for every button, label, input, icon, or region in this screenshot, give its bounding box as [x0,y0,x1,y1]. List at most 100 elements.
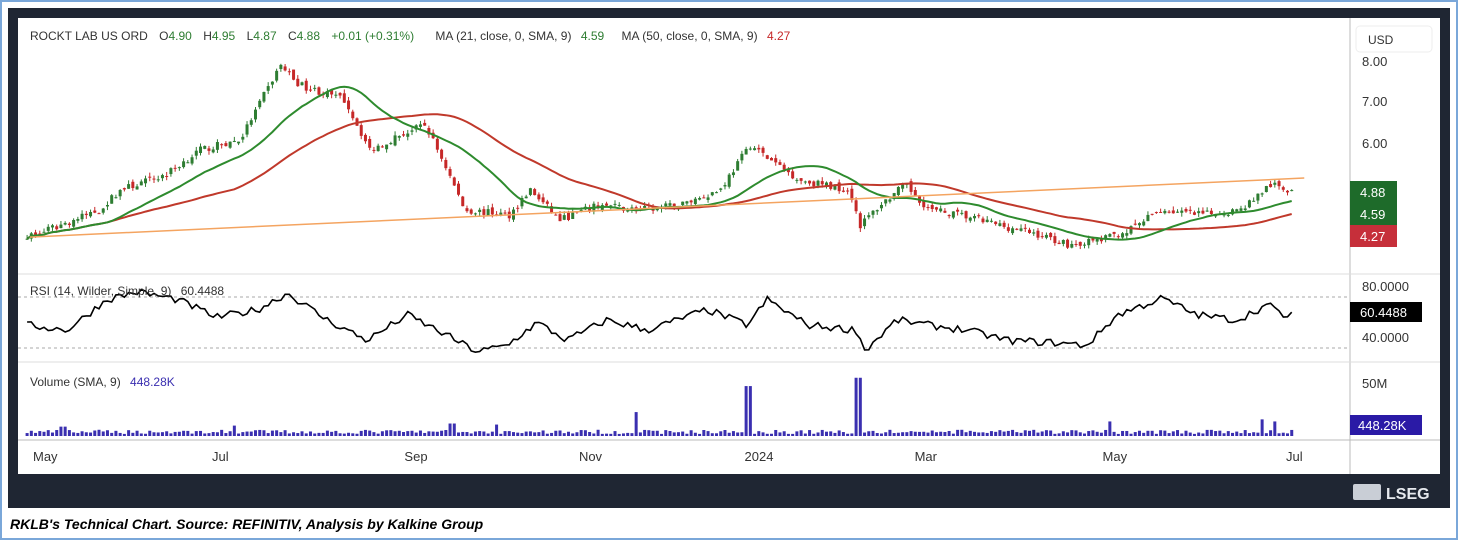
volume-bar [609,433,613,436]
candle-body [177,167,181,169]
volume-bar [241,432,245,436]
volume-bar [613,431,617,436]
volume-bar [118,432,122,436]
candle-body [127,184,131,189]
candle-body [858,213,862,229]
volume-bar [1290,429,1294,436]
candle-body [685,201,689,204]
candle-body [220,144,224,146]
volume-bar [1112,431,1116,436]
volume-bar [689,430,693,436]
candle-body [486,209,490,216]
volume-bar [918,431,922,436]
volume-bar [905,432,909,436]
volume-bar [1095,431,1099,436]
candle-body [55,226,59,230]
candle-body [194,150,198,156]
y-tick-label: 7.00 [1362,94,1387,109]
candle-body [389,143,393,145]
volume-bar [778,432,782,436]
volume-bar [169,433,173,436]
volume-bar [275,430,279,436]
candle-body [72,219,76,227]
candle-body [1247,200,1251,208]
candle-body [313,87,317,89]
candle-body [617,204,621,206]
volume-bar [981,432,985,436]
candle-body [385,144,389,150]
candle-body [270,81,274,85]
volume-bar [1243,430,1247,436]
volume-bar [808,430,812,436]
volume-bar [131,432,135,436]
candle-body [457,183,461,195]
candle-body [334,94,338,96]
ma21-value: 4.59 [581,29,605,43]
legend-row: ROCKT LAB US ORD O4.90 H4.95 L4.87 C4.88… [30,29,791,43]
volume-bar [1264,433,1268,436]
volume-bar [1137,430,1141,436]
volume-bar [228,431,232,436]
volume-bar [541,430,545,436]
volume-bar [524,431,528,436]
candle-body [245,124,249,135]
candle-body [1290,190,1294,192]
candle-body [778,162,782,165]
brand-text: LSEG [1386,486,1430,503]
candle-body [308,89,312,91]
candle-body [359,125,363,136]
volume-bar [960,429,964,436]
volume-bar [321,432,325,436]
volume-bar [444,430,448,436]
candle-body [973,216,977,219]
candle-body [808,180,812,184]
rsi-legend: RSI (14, Wilder, Simple, 9) 60.4488 [30,284,224,298]
candle-body [1040,236,1044,238]
volume-bar [727,432,731,436]
volume-bar [791,433,795,436]
volume-bar [744,386,748,436]
volume-bar [486,433,490,436]
candle-body [182,161,186,168]
candle-body [144,178,148,184]
candle-body [989,220,993,222]
candle-body [605,203,609,206]
candle-body [34,232,38,235]
volume-bar [558,430,562,436]
candle-body [465,208,469,212]
volume-bar [330,431,334,436]
candle-body [452,177,456,186]
candle-body [1142,221,1146,226]
candle-body [1049,232,1053,238]
volume-bar [266,433,270,436]
y-tick-label: 8.00 [1362,54,1387,69]
candle-body [719,188,723,190]
candle-body [744,148,748,155]
volume-bar [1180,433,1184,436]
candle-body [1078,241,1082,246]
volume-bar [706,431,710,436]
candle-body [968,217,972,221]
volume-bar [854,377,858,436]
volume-bar [1205,429,1209,436]
volume-bar [672,432,676,436]
candle-body [1197,211,1201,214]
volume-bar [397,430,401,436]
volume-bar [46,430,50,436]
candle-body [63,222,67,225]
candle-body [160,175,164,179]
candle-body [1146,214,1150,222]
volume-bar [334,430,338,436]
ma50-value: 4.27 [767,29,791,43]
volume-bar [410,430,414,436]
candle-body [418,124,422,127]
candle-body [351,111,355,119]
volume-bar [1201,433,1205,436]
candle-body [537,194,541,200]
candle-body [1023,227,1027,229]
candle-body [1243,208,1247,211]
candle-body [1108,234,1112,237]
volume-bar [634,412,638,436]
x-tick-label: May [1103,449,1128,464]
x-tick-label: Mar [915,449,938,464]
